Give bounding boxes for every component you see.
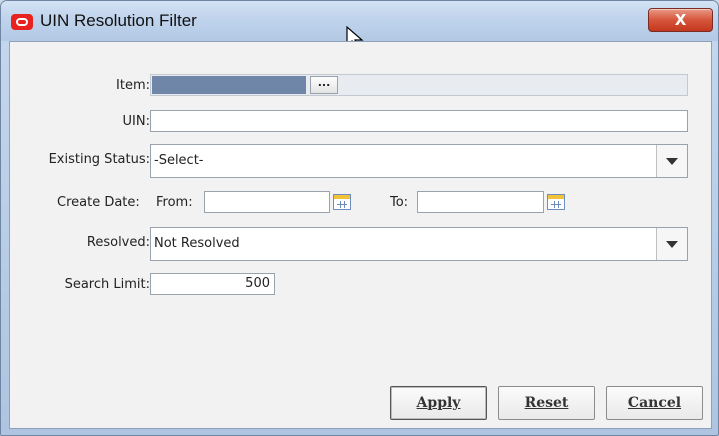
item-browse-button[interactable]: ... (310, 76, 338, 94)
uin-label: UIN: (122, 114, 150, 129)
dialog-window: UIN Resolution Filter X Item: ... UIN: E… (0, 0, 719, 436)
item-label: Item: (116, 78, 150, 93)
search-limit-input[interactable]: 500 (150, 273, 275, 295)
item-value-highlight (152, 76, 306, 94)
resolved-select[interactable]: Not Resolved (150, 227, 688, 261)
chevron-down-icon[interactable] (656, 145, 687, 177)
existing-status-label: Existing Status: (48, 152, 150, 167)
calendar-icon[interactable] (333, 194, 351, 210)
to-date-input[interactable] (417, 191, 544, 213)
uin-input[interactable] (150, 110, 688, 132)
close-button[interactable]: X (648, 8, 713, 32)
filter-panel: Item: ... UIN: Existing Status: -Select-… (9, 41, 712, 429)
from-label: From: (156, 195, 193, 210)
resolved-label: Resolved: (86, 235, 150, 250)
oracle-logo-icon (11, 14, 33, 30)
chevron-down-icon[interactable] (656, 228, 687, 260)
search-limit-label: Search Limit: (64, 277, 150, 292)
window-title: UIN Resolution Filter (40, 11, 197, 30)
calendar-icon[interactable] (547, 194, 565, 210)
reset-button[interactable]: Reset (498, 386, 595, 420)
resolved-value: Not Resolved (154, 236, 240, 251)
create-date-label: Create Date: (57, 195, 140, 210)
existing-status-select[interactable]: -Select- (150, 144, 688, 178)
item-field[interactable]: ... (150, 74, 688, 96)
cancel-button[interactable]: Cancel (606, 386, 703, 420)
apply-button[interactable]: Apply (390, 386, 487, 420)
existing-status-value: -Select- (154, 153, 204, 168)
to-label: To: (390, 195, 409, 210)
from-date-input[interactable] (204, 191, 330, 213)
